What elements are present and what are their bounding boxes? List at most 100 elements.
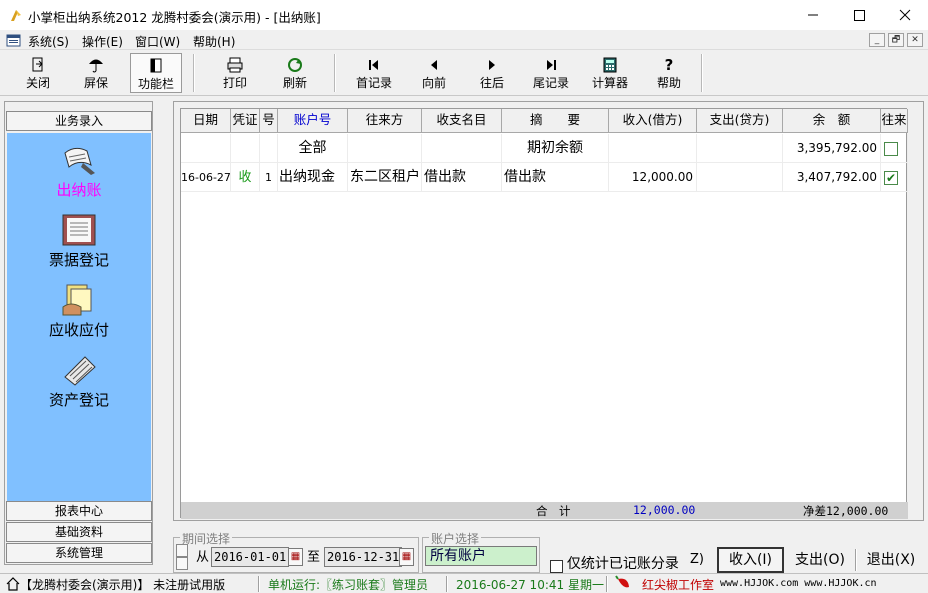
status-datetime: 2016-06-27 10:41 星期一 xyxy=(456,578,604,592)
refresh-icon xyxy=(288,58,302,72)
cell-party xyxy=(348,134,422,163)
exit-button[interactable]: 退出(X) xyxy=(860,547,922,573)
column-header-summary[interactable]: 摘 要 xyxy=(502,109,609,133)
ledger-grid[interactable]: 日期 凭证 号 账户号 往来方 收支名目 摘 要 收入(借方) 支出(贷方) 余… xyxy=(180,108,908,519)
cell-account: 全部 xyxy=(278,134,348,163)
close-window-button[interactable] xyxy=(882,0,928,30)
mdi-restore-button[interactable]: 🗗 xyxy=(888,33,904,47)
toolbar-first-record-button[interactable]: 首记录 xyxy=(350,53,398,93)
umbrella-icon xyxy=(89,59,103,73)
menu-help[interactable]: 帮助(H) xyxy=(193,33,235,50)
panel-section-system-admin[interactable]: 系统管理 xyxy=(6,543,152,563)
panel-section-business-entry[interactable]: 业务录入 xyxy=(6,111,152,131)
period-spin-icon[interactable] xyxy=(176,544,188,570)
toolbar-panel-label: 功能栏 xyxy=(137,77,174,91)
panel-icon xyxy=(150,58,162,73)
sidebar-item-receivable-payable[interactable]: 应收应付 xyxy=(7,283,151,340)
toolbar-close-label: 关闭 xyxy=(25,76,50,90)
toolbar-close-button[interactable]: 关闭 xyxy=(14,53,62,93)
function-panel: 业务录入 出纳账 票据登记 应收应付 资产登记 报表中心 基础资料 系统管理 xyxy=(4,101,153,565)
toolbar-next-button[interactable]: 往后 xyxy=(468,53,516,93)
related-checkbox[interactable] xyxy=(884,142,898,156)
panel-section-base-data[interactable]: 基础资料 xyxy=(6,522,152,542)
column-header-related[interactable]: 往来 xyxy=(881,109,908,133)
toolbar-screensaver-button[interactable]: 屏保 xyxy=(72,53,120,93)
maximize-button[interactable] xyxy=(836,0,882,30)
sidebar-item-label: 票据登记 xyxy=(48,251,109,269)
menu-operate[interactable]: 操作(E) xyxy=(82,33,123,50)
end-date-calendar-button[interactable]: ▦ xyxy=(399,548,414,566)
table-row[interactable]: 16-06-27 收 1 出纳现金 东二区租户 借出款 借出款 12,000.0… xyxy=(181,163,908,192)
menu-bar: 系统(S) 操作(E) 窗口(W) 帮助(H) _ 🗗 ✕ xyxy=(0,30,928,50)
status-separator xyxy=(446,576,448,592)
status-urls: www.HJJOK.com www.HJJOK.cn xyxy=(720,578,877,589)
toolbar-print-button[interactable]: 打印 xyxy=(210,53,260,93)
posted-only-checkbox[interactable] xyxy=(550,559,563,573)
sidebar-item-bill-register[interactable]: 票据登记 xyxy=(7,213,151,270)
column-header-number[interactable]: 号 xyxy=(260,109,278,133)
toolbar-previous-button[interactable]: 向前 xyxy=(410,53,458,93)
status-separator xyxy=(606,576,608,592)
column-header-party[interactable]: 往来方 xyxy=(348,109,422,133)
sidebar-item-label: 出纳账 xyxy=(56,181,102,199)
column-header-account[interactable]: 账户号 xyxy=(278,109,348,133)
cell-date: 16-06-27 xyxy=(181,163,231,192)
cell-category: 借出款 xyxy=(422,163,502,192)
column-header-voucher[interactable]: 凭证 xyxy=(231,109,260,133)
related-checkbox[interactable]: ✔ xyxy=(884,171,898,185)
toolbar-calculator-button[interactable]: 计算器 xyxy=(586,53,634,93)
expense-button[interactable]: 支出(O) xyxy=(788,547,852,573)
period-group: 期间选择 从 2016-01-01 ▦ 至 2016-12-31 ▦ xyxy=(173,530,419,573)
calendar-icon: ▦ xyxy=(290,551,301,562)
cell-expense xyxy=(697,134,783,163)
account-select-field[interactable]: 所有账户 xyxy=(425,546,537,566)
column-header-category[interactable]: 收支名目 xyxy=(422,109,502,133)
panel-section-report-center[interactable]: 报表中心 xyxy=(6,501,152,521)
maximize-icon xyxy=(854,10,865,21)
column-header-date[interactable]: 日期 xyxy=(181,109,231,133)
account-group-title: 账户选择 xyxy=(429,530,482,547)
document-window-icon[interactable] xyxy=(6,32,22,48)
cell-balance: 3,395,792.00 xyxy=(783,134,881,163)
mdi-minimize-button[interactable]: _ xyxy=(869,33,885,47)
toolbar-print-label: 打印 xyxy=(222,76,247,90)
cell-related: ✔ xyxy=(881,163,908,192)
toolbar-panel-button[interactable]: 功能栏 xyxy=(130,53,182,93)
toolbar: 关闭 屏保 功能栏 打印 刷新 首记录 向前 往后 尾记录 计算器 ? 帮助 xyxy=(0,51,928,96)
cell-summary: 期初余额 xyxy=(502,134,609,163)
cell-number: 1 xyxy=(260,163,278,192)
toolbar-help-button[interactable]: ? 帮助 xyxy=(646,53,692,93)
posted-only-option[interactable]: 仅统计已记账分录 xyxy=(550,553,679,573)
toolbar-last-record-button[interactable]: 尾记录 xyxy=(526,53,576,93)
column-header-balance[interactable]: 余 额 xyxy=(783,109,881,133)
sidebar-item-cash-ledger[interactable]: 出纳账 xyxy=(7,143,151,200)
status-mode: 单机运行:〖练习账套〗管理员 xyxy=(268,578,429,592)
income-button[interactable]: 收入(I) xyxy=(717,547,784,573)
bill-register-icon xyxy=(62,214,96,246)
next-icon xyxy=(489,60,495,70)
toolbar-refresh-label: 刷新 xyxy=(282,76,307,90)
toolbar-previous-label: 向前 xyxy=(421,76,446,90)
mdi-close-button[interactable]: ✕ xyxy=(907,33,923,47)
cell-income xyxy=(609,134,697,163)
total-income: 12,000.00 xyxy=(633,503,696,517)
start-date-field[interactable]: 2016-01-01 xyxy=(211,547,289,567)
column-header-expense[interactable]: 支出(贷方) xyxy=(697,109,783,133)
table-row[interactable]: 全部 期初余额 3,395,792.00 xyxy=(181,134,908,163)
toolbar-screensaver-label: 屏保 xyxy=(83,76,108,90)
status-organization: 【龙腾村委会(演示用)】 未注册试用版 xyxy=(20,578,226,592)
previous-icon xyxy=(431,60,437,70)
sidebar-item-asset-register[interactable]: 资产登记 xyxy=(7,353,151,410)
calculator-icon xyxy=(603,57,617,73)
menu-system[interactable]: 系统(S) xyxy=(28,33,69,50)
end-date-field[interactable]: 2016-12-31 xyxy=(324,547,402,567)
calendar-icon: ▦ xyxy=(401,551,412,562)
total-label: 合 计 xyxy=(536,504,571,518)
minimize-button[interactable] xyxy=(790,0,836,30)
column-header-income[interactable]: 收入(借方) xyxy=(609,109,697,133)
ledger-frame: 日期 凭证 号 账户号 往来方 收支名目 摘 要 收入(借方) 支出(贷方) 余… xyxy=(173,101,924,521)
menu-window[interactable]: 窗口(W) xyxy=(135,33,180,50)
start-date-calendar-button[interactable]: ▦ xyxy=(288,548,303,566)
status-bar: 【龙腾村委会(演示用)】 未注册试用版 单机运行:〖练习账套〗管理员 2016-… xyxy=(0,573,928,593)
toolbar-refresh-button[interactable]: 刷新 xyxy=(270,53,320,93)
